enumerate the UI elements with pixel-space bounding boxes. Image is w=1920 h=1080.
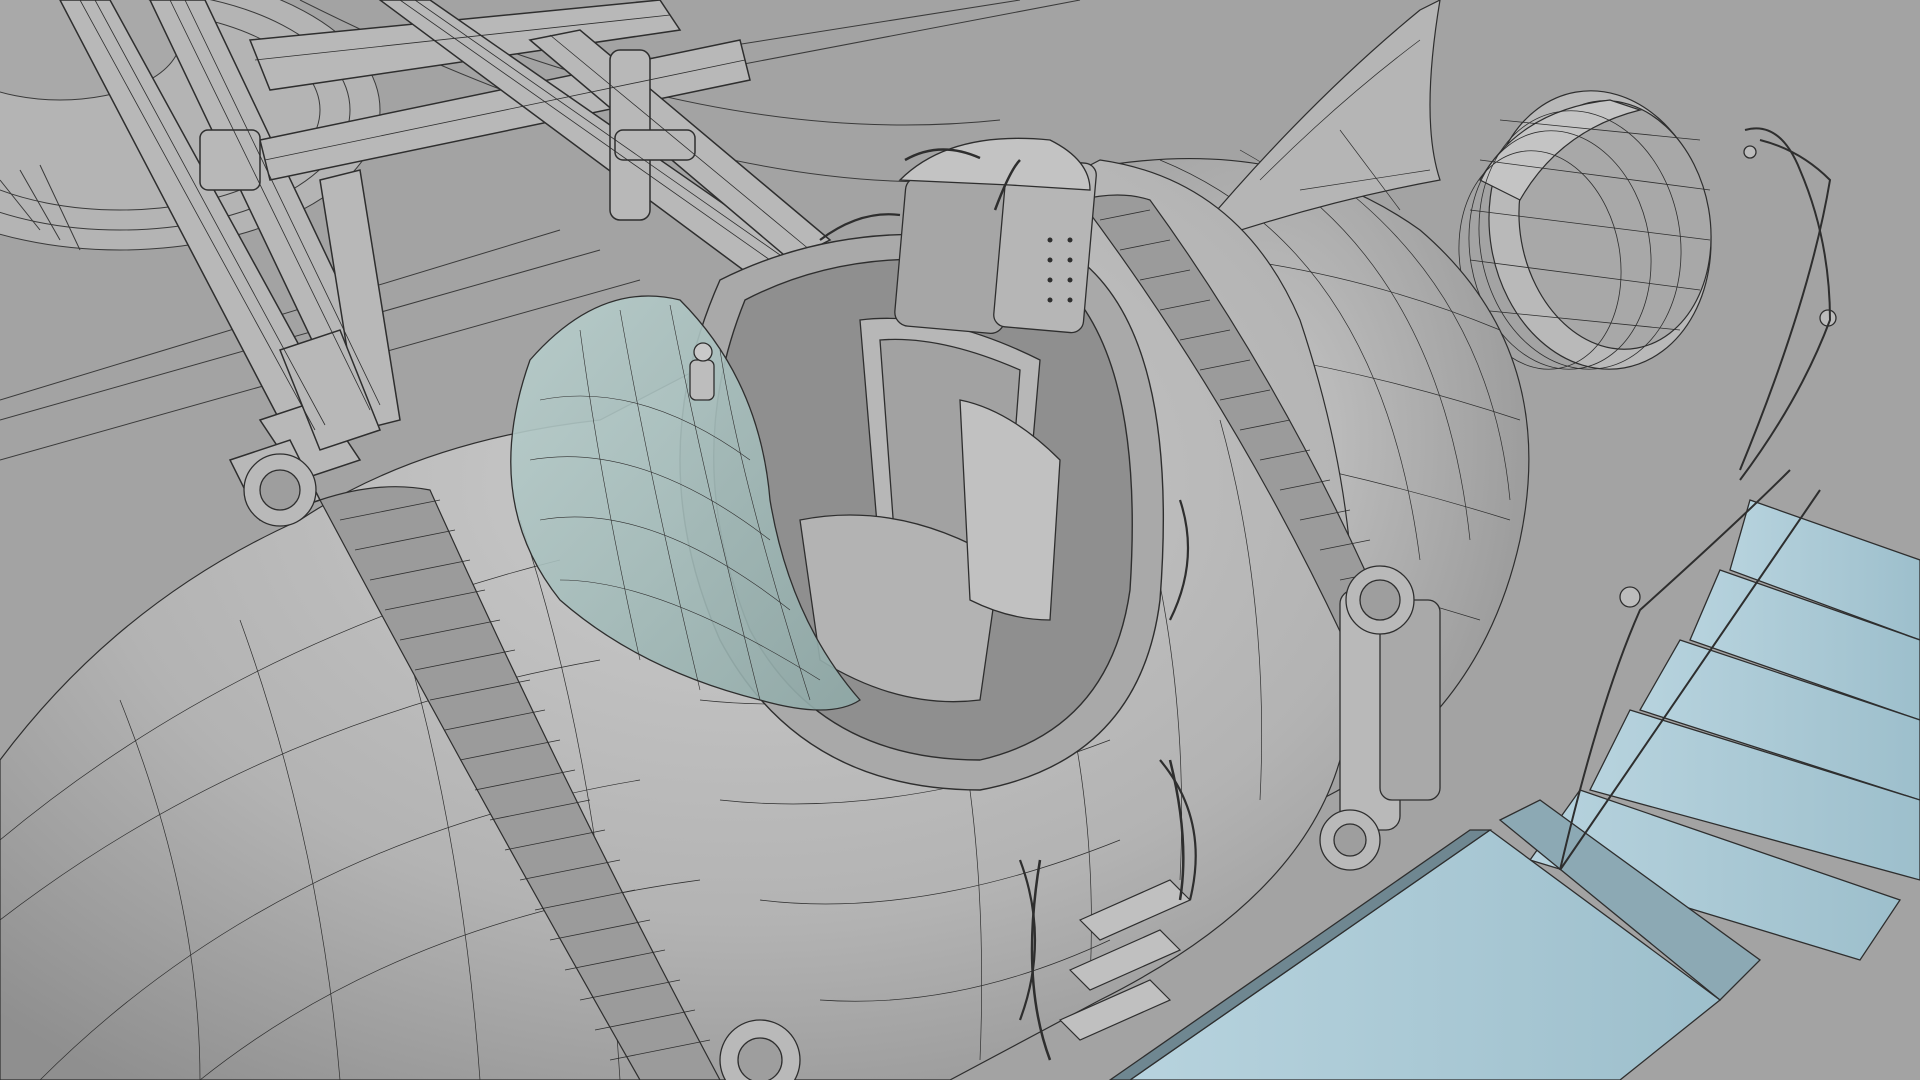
3d-viewport[interactable]	[0, 0, 1920, 1080]
wireframe-scene	[0, 0, 1920, 1080]
life-support-pack	[894, 137, 1097, 334]
